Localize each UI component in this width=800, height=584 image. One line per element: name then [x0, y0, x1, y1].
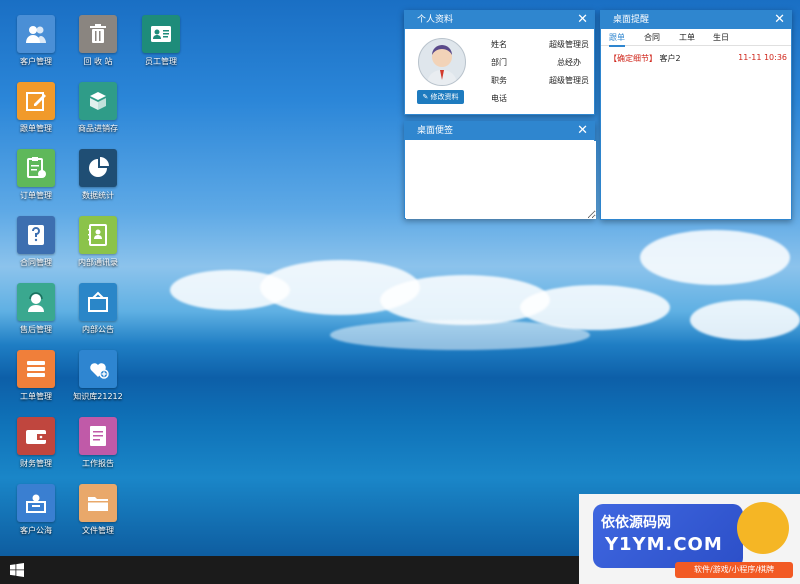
order-icon: [17, 149, 55, 187]
icon-label: 跟单管理: [20, 124, 52, 133]
desktop-icon-after-sales[interactable]: 售后管理: [6, 283, 66, 343]
panel-title: 桌面便签: [417, 126, 454, 136]
public-customer-icon: [17, 484, 55, 522]
close-icon[interactable]: ✕: [774, 11, 785, 29]
icon-label: 财务管理: [20, 459, 52, 468]
close-icon[interactable]: ✕: [577, 122, 588, 140]
profile-panel-header: 个人资料 ✕: [405, 11, 594, 29]
icon-label: 内部公告: [82, 325, 114, 334]
wallet-icon: [17, 417, 55, 455]
note-panel-header: 桌面便签 ✕: [405, 122, 594, 140]
desktop-icon-follow-up[interactable]: 跟单管理: [6, 82, 66, 142]
folder-icon: [79, 484, 117, 522]
profile-value: 超级管理员: [549, 40, 589, 49]
note-panel: 桌面便签 ✕: [404, 121, 596, 219]
icon-label: 文件管理: [82, 526, 114, 535]
desktop-icon-address-book[interactable]: 内部通讯录: [68, 216, 128, 276]
desktop-icon-notice[interactable]: 内部公告: [68, 283, 128, 343]
contract-icon: [17, 216, 55, 254]
report-icon: [79, 417, 117, 455]
icon-label: 内部通讯录: [78, 258, 118, 267]
tab-follow-up[interactable]: 跟单: [609, 32, 625, 47]
close-icon[interactable]: ✕: [577, 11, 588, 29]
desktop-icon-inventory[interactable]: 商品进销存: [68, 82, 128, 142]
icon-label: 知识库21212: [73, 392, 123, 401]
watermark-tagline: 软件/游戏/小程序/棋牌: [675, 562, 793, 578]
icon-label: 合同管理: [20, 258, 52, 267]
edit-icon: [17, 82, 55, 120]
address-book-icon: [79, 216, 117, 254]
note-textarea[interactable]: [406, 141, 596, 219]
profile-value: 总经办: [557, 58, 581, 67]
panel-title: 个人资料: [417, 15, 454, 25]
reminder-panel-header: 桌面提醒 ✕: [601, 11, 791, 29]
windows-start-icon[interactable]: [10, 563, 24, 577]
desktop-background: 客户管理 回 收 站 员工管理 跟单管理 商品进销存 订单管理 数据统计 合同管…: [0, 0, 800, 556]
desktop-icon-employee[interactable]: 员工管理: [131, 15, 191, 75]
cloud-decoration: [330, 320, 590, 350]
customer-icon: [17, 15, 55, 53]
desktop-icon-orders[interactable]: 订单管理: [6, 149, 66, 209]
profile-key: 部门: [491, 58, 507, 67]
reminder-item[interactable]: 【确定细节】 客户2 11-11 10:36: [609, 53, 787, 64]
tab-birthday[interactable]: 生日: [713, 32, 729, 43]
edit-profile-label: 修改资料: [430, 93, 459, 101]
magnifier-icon: [737, 502, 789, 554]
profile-key: 电话: [491, 94, 507, 103]
icon-label: 工作报告: [82, 459, 114, 468]
pie-chart-icon: [79, 149, 117, 187]
icon-label: 售后管理: [20, 325, 52, 334]
employee-card-icon: [142, 15, 180, 53]
tab-contract[interactable]: 合同: [644, 32, 660, 43]
icon-label: 回 收 站: [83, 57, 113, 66]
heart-plus-icon: [79, 350, 117, 388]
desktop-icon-public-customers[interactable]: 客户公海: [6, 484, 66, 544]
watermark-domain: Y1YM.COM: [605, 534, 723, 555]
desktop-icon-files[interactable]: 文件管理: [68, 484, 128, 544]
reminder-customer: 客户2: [659, 54, 681, 63]
desktop-icon-finance[interactable]: 财务管理: [6, 417, 66, 477]
profile-panel: 个人资料 ✕ ✎ 修改资料 姓名 超级管理员 部门 总经办 职务 超级管理员 电…: [404, 10, 595, 115]
desktop-icon-statistics[interactable]: 数据统计: [68, 149, 128, 209]
reminder-panel: 桌面提醒 ✕ 跟单 合同 工单 生日 【确定细节】 客户2 11-11 10:3…: [600, 10, 792, 220]
edit-profile-button[interactable]: ✎ 修改资料: [417, 90, 464, 104]
cloud-decoration: [640, 230, 790, 285]
icon-label: 订单管理: [20, 191, 52, 200]
notice-icon: [79, 283, 117, 321]
desktop-icon-contracts[interactable]: 合同管理: [6, 216, 66, 276]
desktop-icon-work-report[interactable]: 工作报告: [68, 417, 128, 477]
watermark-logo: 依依源码网 Y1YM.COM 软件/游戏/小程序/棋牌: [579, 494, 800, 584]
watermark-title: 依依源码网: [601, 515, 671, 531]
profile-key: 职务: [491, 76, 507, 85]
reminder-tabs: 跟单 合同 工单 生日: [601, 29, 791, 47]
list-icon: [17, 350, 55, 388]
icon-label: 客户公海: [20, 526, 52, 535]
edit-icon: ✎: [422, 93, 429, 101]
profile-value: 超级管理员: [549, 76, 589, 85]
panel-title: 桌面提醒: [613, 15, 650, 25]
reminder-time: 11-11 10:36: [738, 53, 787, 62]
icon-label: 数据统计: [82, 191, 114, 200]
desktop-icon-knowledge-base[interactable]: 知识库21212: [68, 350, 128, 410]
reminder-tag: 【确定细节】: [609, 54, 657, 63]
icon-label: 工单管理: [20, 392, 52, 401]
cloud-decoration: [690, 300, 800, 340]
support-icon: [17, 283, 55, 321]
icon-label: 员工管理: [145, 57, 177, 66]
box-icon: [79, 82, 117, 120]
icon-label: 客户管理: [20, 57, 52, 66]
desktop-icon-work-orders[interactable]: 工单管理: [6, 350, 66, 410]
avatar: [418, 38, 466, 86]
desktop-icon-customer[interactable]: 客户管理: [6, 15, 66, 75]
profile-key: 姓名: [491, 40, 507, 49]
desktop-icon-recycle-bin[interactable]: 回 收 站: [68, 15, 128, 75]
icon-label: 商品进销存: [78, 124, 118, 133]
tab-work-order[interactable]: 工单: [679, 32, 695, 43]
trash-icon: [79, 15, 117, 53]
